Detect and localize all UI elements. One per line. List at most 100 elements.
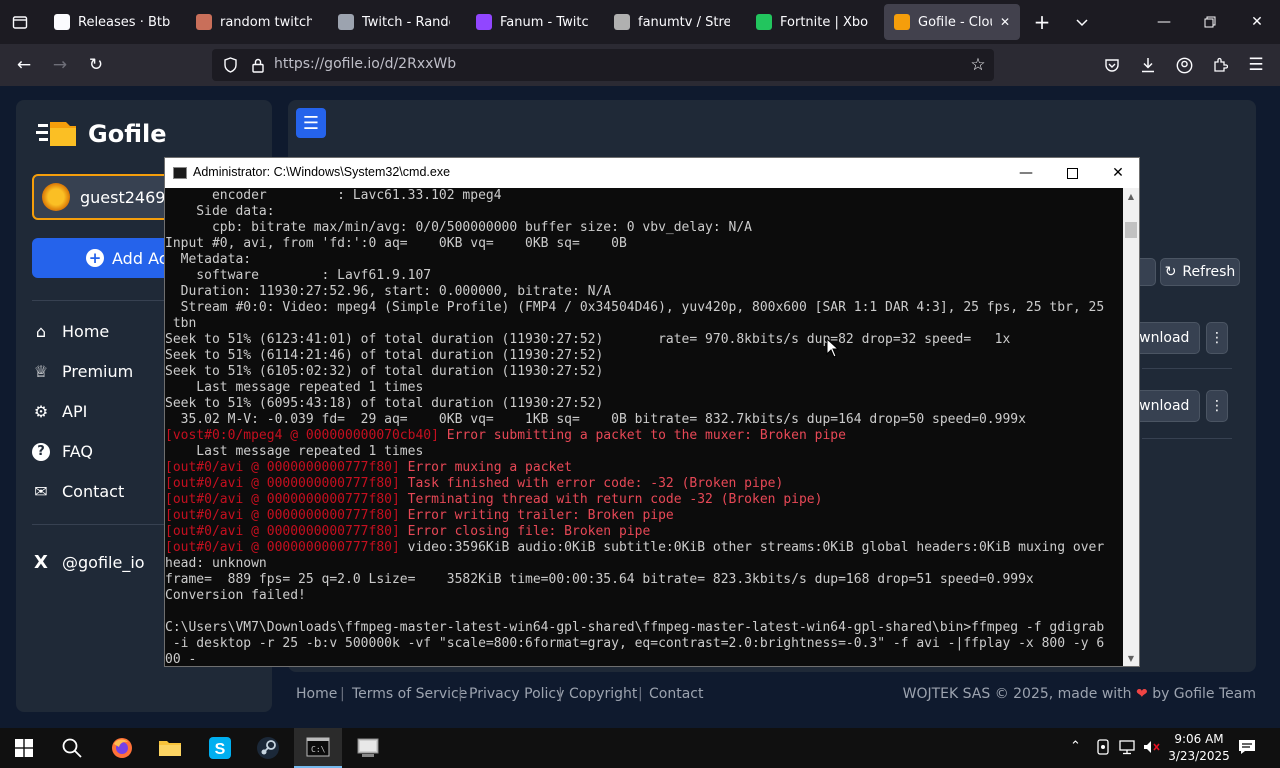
sidebar-item-premium[interactable]: ♕ Premium (32, 362, 133, 381)
avatar (42, 183, 70, 211)
sidebar-item-contact[interactable]: ✉ Contact (32, 482, 124, 501)
bookmark-star-icon[interactable]: ☆ (964, 51, 992, 79)
footer-link-home[interactable]: Home (296, 686, 337, 702)
steam-icon[interactable] (244, 728, 292, 768)
console-line: cpb: bitrate max/min/avg: 0/0/500000000 … (165, 220, 752, 236)
console-line: 00 - (165, 652, 196, 666)
console-text: video:3596KiB audio:0KiB subtitle:0KiB o… (407, 540, 1105, 555)
downloads-icon[interactable] (1134, 51, 1162, 79)
cmd-console-output[interactable]: encoder : Lavc61.33.102 mpeg4 Side data:… (165, 188, 1123, 666)
file-options-button[interactable]: ⋮ (1206, 322, 1228, 354)
file-explorer-icon[interactable] (146, 728, 194, 768)
username: guest24692 (80, 187, 176, 207)
cmd-icon (173, 167, 187, 179)
cmd-minimize-button[interactable]: — (1003, 158, 1049, 188)
sidebar-item-api[interactable]: ⚙ API (32, 402, 87, 421)
refresh-label: Refresh (1182, 264, 1236, 280)
url-text[interactable]: https://gofile.io/d/2RxxWb (274, 56, 456, 72)
console-text: Seek to 51% (6105:02:32) of total durati… (165, 364, 604, 379)
account-icon[interactable] (1170, 51, 1198, 79)
tab-label: random twitch str (220, 14, 312, 30)
gofile-logo[interactable]: Gofile (36, 118, 166, 150)
tracking-shield-icon[interactable] (216, 51, 244, 79)
footer-link-terms[interactable]: Terms of Service (352, 686, 467, 702)
browser-tab[interactable]: random twitch str (186, 4, 322, 40)
close-tab-icon[interactable]: ✕ (1000, 15, 1010, 29)
browser-tab[interactable]: Twitch - Random (328, 4, 460, 40)
app-menu-icon[interactable]: ☰ (1242, 51, 1270, 79)
tab-label: Fortnite | Xbox Cl (780, 14, 868, 30)
console-line: [out#0/avi @ 0000000000777f80] Task fini… (165, 476, 783, 492)
row-divider (1142, 368, 1232, 369)
tab-label: fanumtv / Stream (638, 14, 730, 30)
console-text: Seek to 51% (6114:21:46) of total durati… (165, 348, 604, 363)
window-restore-button[interactable] (1187, 0, 1233, 44)
cmd-taskbar-icon[interactable]: C:\ (294, 728, 342, 768)
network-icon[interactable] (1118, 739, 1136, 759)
reload-icon[interactable]: ↻ (82, 51, 110, 79)
footer-separator: | (458, 686, 463, 702)
footer-link-privacy[interactable]: Privacy Policy (469, 686, 564, 702)
console-line: Last message repeated 1 times (165, 380, 423, 396)
scroll-thumb[interactable] (1125, 222, 1137, 238)
pocket-icon[interactable] (1098, 51, 1126, 79)
console-line-prefix: [vost#0:0/mpeg4 @ 000000000070cb40] (165, 428, 447, 443)
url-bar[interactable]: https://gofile.io/d/2RxxWb ☆ (212, 49, 994, 81)
tray-device-icon[interactable] (1096, 739, 1110, 759)
sidebar-item-twitter[interactable]: X @gofile_io (32, 552, 145, 573)
browser-tab[interactable]: fanumtv / Stream (604, 4, 740, 40)
browser-tab[interactable]: Releases · BtbN/FF (44, 4, 180, 40)
file-options-button[interactable]: ⋮ (1206, 390, 1228, 422)
browser-tab[interactable]: Gofile - Cloud ✕ (884, 4, 1020, 40)
search-icon[interactable] (48, 728, 96, 768)
refresh-icon: ↻ (1164, 264, 1177, 280)
console-line: head: unknown (165, 556, 267, 572)
hamburger-menu-button[interactable]: ☰ (296, 108, 326, 138)
cmd-title-bar[interactable]: Administrator: C:\Windows\System32\cmd.e… (165, 158, 1139, 188)
windows-start-icon[interactable] (0, 728, 48, 768)
console-line: [out#0/avi @ 0000000000777f80] video:359… (165, 540, 1104, 556)
tab-list-icon[interactable] (6, 8, 34, 36)
lock-icon[interactable] (244, 51, 272, 79)
browser-tab[interactable]: Fortnite | Xbox Cl (746, 4, 878, 40)
browser-tab[interactable]: Fanum - Twitch (466, 4, 598, 40)
cmd-scrollbar[interactable]: ▲ ▼ (1123, 188, 1139, 666)
window-minimize-button[interactable]: — (1141, 0, 1187, 44)
cmd-close-button[interactable]: ✕ (1095, 158, 1141, 188)
window-close-button[interactable]: ✕ (1234, 0, 1280, 44)
sidebar-item-faq[interactable]: ? FAQ (32, 442, 93, 461)
notifications-icon[interactable] (1238, 739, 1256, 759)
footer: Home | Terms of Service | Privacy Policy… (288, 680, 1280, 710)
footer-link-copyright[interactable]: Copyright (569, 686, 637, 702)
chart-icon (614, 14, 630, 30)
refresh-button[interactable]: ↻ Refresh (1160, 258, 1240, 286)
copyright-suffix: by Gofile Team (1152, 686, 1256, 702)
social-handle: @gofile_io (62, 553, 145, 572)
console-line: C:\Users\VM7\Downloads\ffmpeg-master-lat… (165, 620, 1104, 636)
system-clock[interactable]: 9:06 AM 3/23/2025 (1166, 731, 1232, 765)
extensions-icon[interactable] (1206, 51, 1234, 79)
skype-icon[interactable]: S (196, 728, 244, 768)
sidebar-item-home[interactable]: ⌂ Home (32, 322, 109, 341)
show-hidden-icons-icon[interactable]: ⌃ (1070, 739, 1081, 754)
cmd-maximize-button[interactable] (1049, 158, 1095, 188)
console-line: [out#0/avi @ 0000000000777f80] Error wri… (165, 508, 674, 524)
console-text: C:\Users\VM7\Downloads\ffmpeg-master-lat… (165, 620, 1105, 635)
console-line: Seek to 51% (6105:02:32) of total durati… (165, 364, 603, 380)
console-text: 00 - (165, 652, 197, 666)
footer-link-contact[interactable]: Contact (649, 686, 703, 702)
cmd-window[interactable]: Administrator: C:\Windows\System32\cmd.e… (164, 157, 1140, 667)
back-icon[interactable]: ← (10, 51, 38, 79)
footer-separator: | (638, 686, 643, 702)
firefox-icon[interactable] (98, 728, 146, 768)
scroll-down-arrow-icon[interactable]: ▼ (1123, 650, 1139, 666)
clock-date: 3/23/2025 (1168, 749, 1230, 763)
volume-muted-icon[interactable] (1142, 739, 1160, 759)
app-taskbar-icon[interactable] (344, 728, 392, 768)
new-tab-icon[interactable]: + (1028, 8, 1056, 36)
scroll-up-arrow-icon[interactable]: ▲ (1123, 188, 1139, 204)
console-line-prefix: [out#0/avi @ 0000000000777f80] (165, 508, 408, 523)
console-text: Seek to 51% (6095:43:18) of total durati… (165, 396, 604, 411)
list-all-tabs-icon[interactable] (1068, 8, 1096, 36)
forward-icon[interactable]: → (46, 51, 74, 79)
